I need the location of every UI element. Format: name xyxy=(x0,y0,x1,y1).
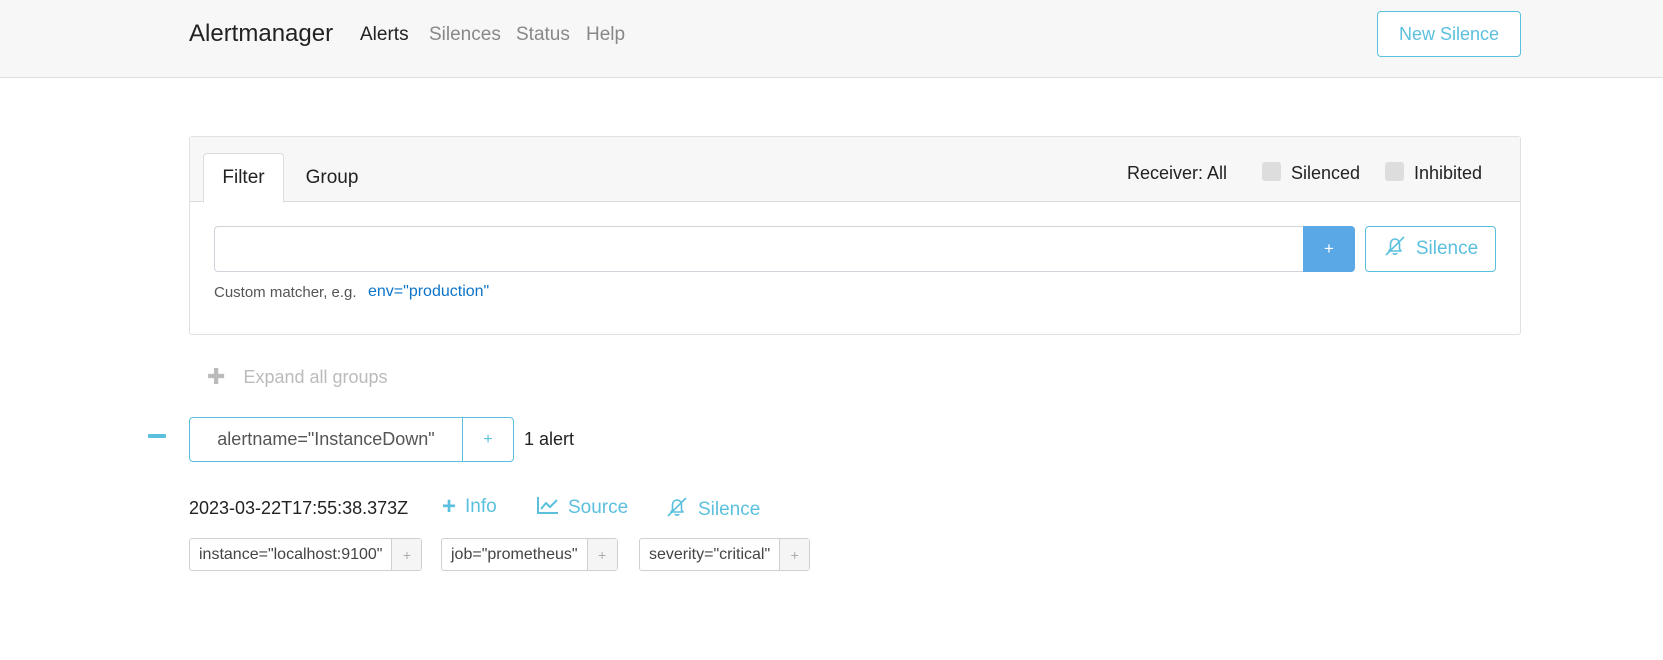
matcher-example-link[interactable]: env="production" xyxy=(368,283,489,301)
brand-title[interactable]: Alertmanager xyxy=(189,20,333,48)
info-button[interactable]: + Info xyxy=(442,493,497,520)
alert-silence-label: Silence xyxy=(698,499,761,520)
silenced-label[interactable]: Silenced xyxy=(1291,163,1360,184)
inhibited-checkbox[interactable] xyxy=(1385,162,1404,181)
alert-label: severity="critical" + xyxy=(639,538,811,571)
nav-status[interactable]: Status xyxy=(516,24,570,46)
alert-timestamp: 2023-03-22T17:55:38.373Z xyxy=(189,498,409,518)
label-text[interactable]: instance="localhost:9100" xyxy=(190,539,391,570)
bell-slash-icon xyxy=(665,496,689,524)
expand-all-label: Expand all groups xyxy=(243,366,388,387)
label-add-filter-button[interactable]: + xyxy=(586,539,617,570)
nav-alerts[interactable]: Alerts xyxy=(360,24,409,46)
plus-icon: + xyxy=(442,493,457,520)
collapse-group-icon[interactable] xyxy=(148,434,166,438)
label-text[interactable]: job="prometheus" xyxy=(442,539,587,570)
source-label: Source xyxy=(568,497,629,518)
filter-card: Filter Group Receiver: All Silenced Inhi… xyxy=(189,136,1521,335)
expand-all-groups-button[interactable]: ✚ Expand all groups xyxy=(207,364,388,390)
group-add-filter-button[interactable]: + xyxy=(462,417,514,462)
matcher-hint: Custom matcher, e.g. xyxy=(214,284,357,301)
label-add-filter-button[interactable]: + xyxy=(779,539,810,570)
group-label[interactable]: alertname="InstanceDown" xyxy=(189,417,463,462)
plus-icon: ✚ xyxy=(207,364,226,389)
alert-label: job="prometheus" + xyxy=(441,538,618,571)
bell-slash-icon xyxy=(1383,235,1407,263)
filter-silence-button[interactable]: Silence xyxy=(1365,226,1496,272)
source-button[interactable]: Source xyxy=(537,496,628,520)
label-add-filter-button[interactable]: + xyxy=(391,539,422,570)
tab-group[interactable]: Group xyxy=(292,153,372,203)
group-alert-count: 1 alert xyxy=(524,429,575,449)
tab-filter[interactable]: Filter xyxy=(203,153,284,203)
receiver-dropdown[interactable]: Receiver: All xyxy=(1127,163,1227,184)
silenced-checkbox[interactable] xyxy=(1262,162,1281,181)
nav-silences[interactable]: Silences xyxy=(429,24,501,46)
filter-silence-label: Silence xyxy=(1415,238,1479,259)
label-text[interactable]: severity="critical" xyxy=(640,539,779,570)
filter-input[interactable] xyxy=(214,226,1304,272)
nav-help[interactable]: Help xyxy=(586,24,625,46)
alert-label: instance="localhost:9100" + xyxy=(189,538,423,571)
navbar: Alertmanager Alerts Silences Status Help… xyxy=(0,0,1663,78)
new-silence-button[interactable]: New Silence xyxy=(1377,11,1521,57)
filter-card-header: Filter Group Receiver: All Silenced Inhi… xyxy=(190,137,1520,203)
add-filter-button[interactable]: + xyxy=(1303,226,1355,272)
inhibited-label[interactable]: Inhibited xyxy=(1414,163,1482,184)
chart-line-icon xyxy=(537,496,559,520)
info-label: Info xyxy=(465,496,497,517)
alert-silence-button[interactable]: Silence xyxy=(665,496,760,524)
